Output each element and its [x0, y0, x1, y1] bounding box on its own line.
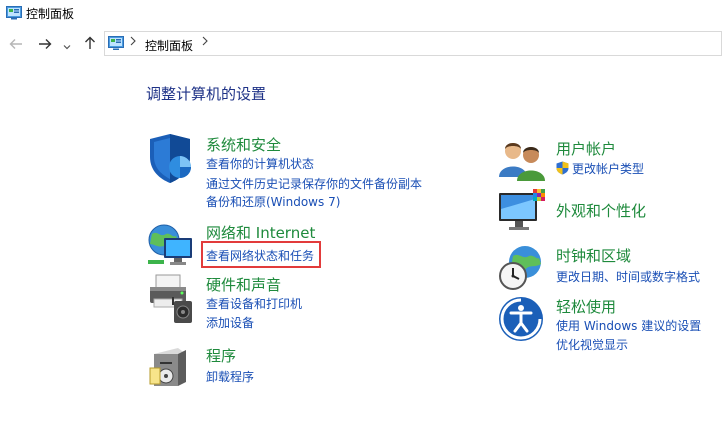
category-title[interactable]: 系统和安全: [206, 134, 281, 155]
category-title[interactable]: 时钟和区域: [556, 245, 631, 266]
control-panel-location-icon: [108, 36, 124, 51]
category-ease-of-access: 轻松使用 使用 Windows 建议的设置 优化视觉显示: [497, 295, 722, 355]
breadcrumb-control-panel[interactable]: 控制面板: [145, 37, 193, 54]
link-optimize-visual-display[interactable]: 优化视觉显示: [556, 336, 628, 353]
users-icon[interactable]: [497, 137, 545, 185]
breadcrumb-separator-icon[interactable]: [202, 36, 208, 49]
programs-box-icon[interactable]: [146, 344, 194, 392]
network-globe-icon[interactable]: [146, 222, 194, 270]
personalization-monitor-icon[interactable]: [497, 187, 545, 235]
link-change-date-time-format[interactable]: 更改日期、时间或数字格式: [556, 268, 700, 285]
category-appearance-personalization: 外观和个性化: [497, 187, 722, 235]
back-button[interactable]: [6, 34, 26, 54]
link-change-account-type[interactable]: 更改帐户类型: [572, 160, 644, 177]
arrow-right-icon: [38, 35, 52, 54]
arrow-left-icon: [9, 35, 23, 54]
highlight-box: [201, 241, 321, 268]
arrow-up-icon: [84, 35, 96, 54]
printer-icon[interactable]: [146, 273, 194, 323]
page-heading: 调整计算机的设置: [146, 85, 267, 103]
category-title[interactable]: 网络和 Internet: [206, 222, 315, 243]
category-title[interactable]: 外观和个性化: [556, 200, 646, 221]
recent-locations-button[interactable]: [60, 34, 74, 54]
category-title[interactable]: 轻松使用: [556, 296, 616, 317]
window-title: 控制面板: [26, 7, 75, 21]
category-clock-region: 时钟和区域 更改日期、时间或数字格式: [497, 244, 722, 292]
category-title[interactable]: 用户帐户: [556, 138, 616, 159]
link-view-devices-printers[interactable]: 查看设备和打印机: [206, 295, 302, 312]
category-hardware-sound: 硬件和声音 查看设备和打印机 添加设备: [146, 273, 446, 333]
link-add-device[interactable]: 添加设备: [206, 314, 254, 331]
chevron-down-icon: [63, 35, 71, 54]
address-bar[interactable]: 控制面板: [104, 31, 722, 56]
category-programs: 程序 卸载程序: [146, 344, 446, 392]
link-view-computer-status[interactable]: 查看你的计算机状态: [206, 155, 314, 172]
clock-globe-icon[interactable]: [497, 244, 545, 292]
title-bar: 控制面板: [0, 0, 722, 28]
uac-shield-icon: [556, 160, 569, 175]
category-system-security: 系统和安全 查看你的计算机状态 通过文件历史记录保存你的文件备份副本 备份和还原…: [146, 133, 446, 213]
link-backup-restore[interactable]: 备份和还原(Windows 7): [206, 193, 340, 210]
control-panel-icon: [6, 5, 22, 20]
category-title[interactable]: 硬件和声音: [206, 274, 281, 295]
link-uninstall-program[interactable]: 卸载程序: [206, 368, 254, 385]
shield-icon[interactable]: [146, 133, 194, 183]
ease-of-access-icon[interactable]: [497, 295, 545, 343]
link-file-history-backup[interactable]: 通过文件历史记录保存你的文件备份副本: [206, 175, 422, 192]
breadcrumb-separator-icon[interactable]: [130, 36, 136, 49]
category-user-accounts: 用户帐户 更改帐户类型: [497, 137, 722, 181]
forward-button[interactable]: [35, 34, 55, 54]
link-use-recommended-settings[interactable]: 使用 Windows 建议的设置: [556, 317, 701, 334]
category-title[interactable]: 程序: [206, 345, 236, 366]
up-button[interactable]: [80, 34, 100, 54]
